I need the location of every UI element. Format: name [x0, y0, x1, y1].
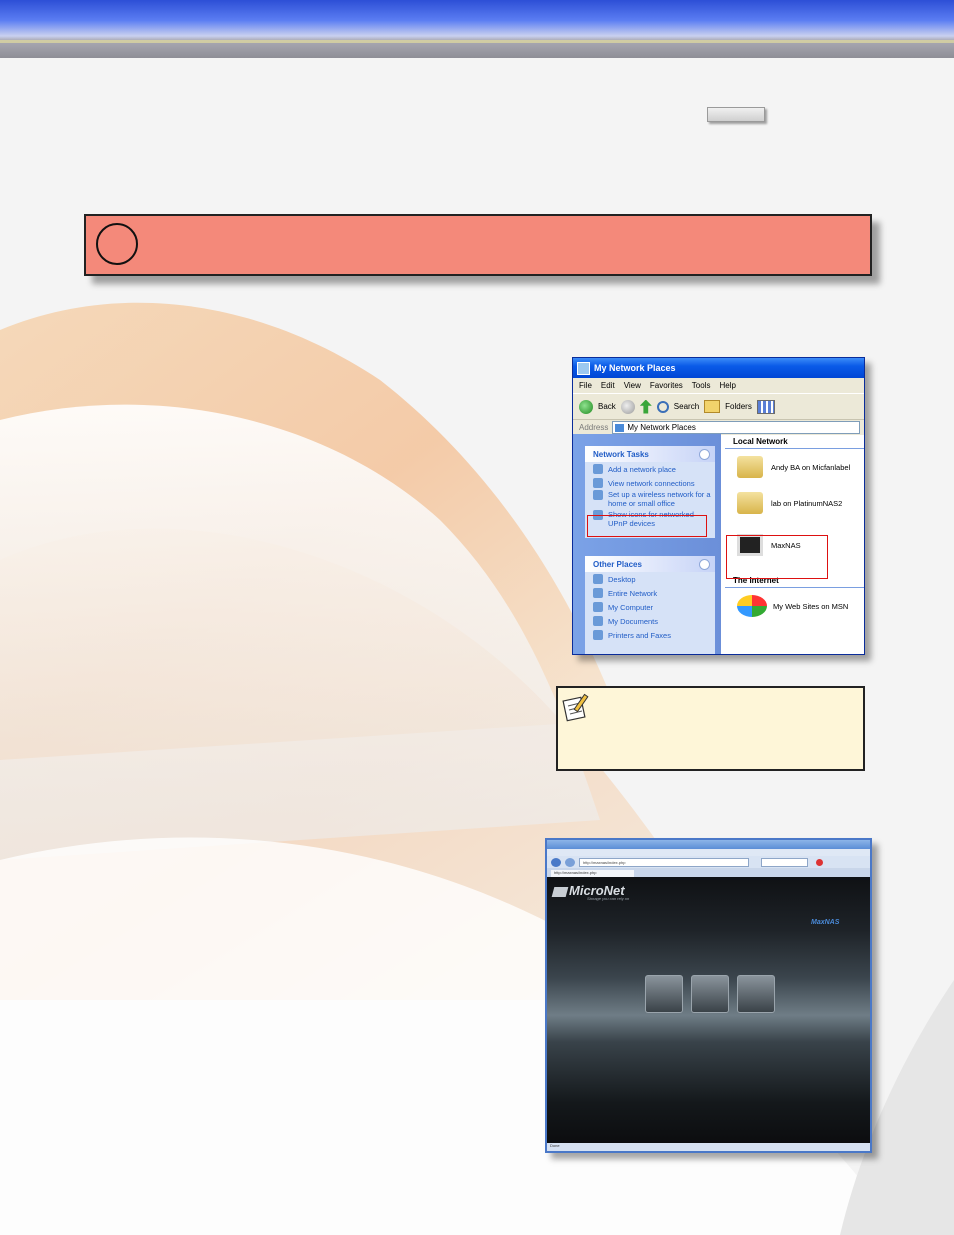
other-places-heading: Other Places	[585, 556, 715, 572]
back-icon	[551, 857, 561, 867]
other-places-panel: Other Places Desktop Entire Network My C…	[585, 556, 715, 654]
place-entire-network: Entire Network	[585, 586, 715, 600]
step-banner	[84, 214, 872, 276]
address-value: My Network Places	[627, 423, 696, 432]
folders-icon	[704, 400, 721, 413]
forward-arrow-icon	[620, 399, 635, 414]
menu-file: File	[579, 381, 592, 390]
browser-tab-strip: http://maxnas/index.php	[547, 868, 870, 877]
network-places-screenshot: My Network Places File Edit View Favorit…	[572, 357, 865, 655]
logo-mark-icon	[551, 886, 569, 897]
address-field: My Network Places	[612, 421, 860, 434]
connections-icon	[593, 478, 603, 488]
maxnas-product-name: MaxNAS	[811, 919, 840, 926]
browser-url-field: http://maxnas/index.php	[579, 857, 749, 867]
highlight-upnp-task	[587, 515, 707, 537]
header-accent-line	[0, 40, 954, 43]
computer-icon	[593, 602, 603, 612]
browser-screenshot: http://maxnas/index.php http://maxnas/in…	[545, 838, 872, 1153]
globe-icon	[593, 588, 603, 598]
task-add-network-place: Add a network place	[585, 462, 715, 476]
views-icon	[756, 399, 775, 414]
menu-favorites: Favorites	[649, 381, 683, 390]
browser-search-field	[761, 857, 808, 867]
place-my-documents: My Documents	[585, 614, 715, 628]
menu-view: View	[623, 381, 641, 390]
highlight-maxnas	[726, 535, 828, 579]
nas-web-page: MicroNet Storage you can rely on MaxNAS	[547, 877, 870, 1143]
menu-edit: Edit	[600, 381, 615, 390]
browser-status-bar: Done	[547, 1143, 870, 1151]
network-share-icon	[737, 492, 763, 514]
collapse-icon	[699, 559, 710, 570]
menu-bar: File Edit View Favorites Tools Help	[573, 378, 864, 393]
stop-icon	[816, 858, 823, 866]
menu-help: Help	[719, 381, 736, 390]
photo-camera-icon	[737, 975, 775, 1013]
toolbar: Back Search Folders	[573, 393, 864, 419]
share-lab: lab on PlatinumNAS2	[725, 485, 864, 521]
address-bar: Address My Network Places	[573, 419, 864, 435]
network-places-icon	[577, 361, 590, 375]
notepad-pencil-icon	[562, 693, 589, 722]
window-titlebar: My Network Places	[573, 358, 864, 378]
up-folder-icon	[639, 399, 652, 414]
task-view-connections: View network connections	[585, 476, 715, 490]
share-andy: Andy BA on Micfanlabel	[725, 449, 864, 485]
task-wireless-setup: Set up a wireless network for a home or …	[585, 490, 715, 510]
browser-navbar: http://maxnas/index.php	[547, 856, 870, 868]
place-desktop: Desktop	[585, 572, 715, 586]
msn-butterfly-icon	[737, 595, 767, 617]
back-label: Back	[598, 402, 616, 411]
keyboard-key-graphic	[707, 107, 765, 122]
address-label: Address	[579, 423, 609, 432]
collapse-icon	[699, 449, 710, 460]
wireless-icon	[593, 490, 603, 500]
folders-label: Folders	[725, 402, 752, 411]
local-network-heading: Local Network	[725, 434, 864, 449]
place-printers: Printers and Faxes	[585, 628, 715, 642]
add-place-icon	[593, 464, 603, 474]
step-number-circle	[96, 223, 138, 265]
search-icon	[656, 400, 669, 413]
network-tasks-heading: Network Tasks	[585, 446, 715, 462]
forward-icon	[565, 857, 575, 867]
menu-tools: Tools	[691, 381, 711, 390]
admin-user-icon	[645, 975, 683, 1013]
browser-menu-bar	[547, 849, 870, 856]
network-share-icon	[737, 456, 763, 478]
browser-titlebar	[547, 840, 870, 849]
network-icon	[615, 423, 625, 432]
back-arrow-icon	[579, 399, 593, 414]
task-pane: Network Tasks Add a network place View n…	[573, 434, 721, 654]
web-globe-icon	[691, 975, 729, 1013]
printer-icon	[593, 630, 603, 640]
search-label: Search	[673, 402, 700, 411]
micronet-tagline: Storage you can rely on	[587, 896, 630, 901]
window-title: My Network Places	[594, 363, 676, 373]
note-box	[556, 686, 865, 771]
browser-tab: http://maxnas/index.php	[551, 870, 634, 877]
place-my-computer: My Computer	[585, 600, 715, 614]
msn-web-sites: My Web Sites on MSN	[725, 588, 864, 624]
desktop-icon	[593, 574, 603, 584]
header-bar	[0, 0, 954, 58]
documents-icon	[593, 616, 603, 626]
